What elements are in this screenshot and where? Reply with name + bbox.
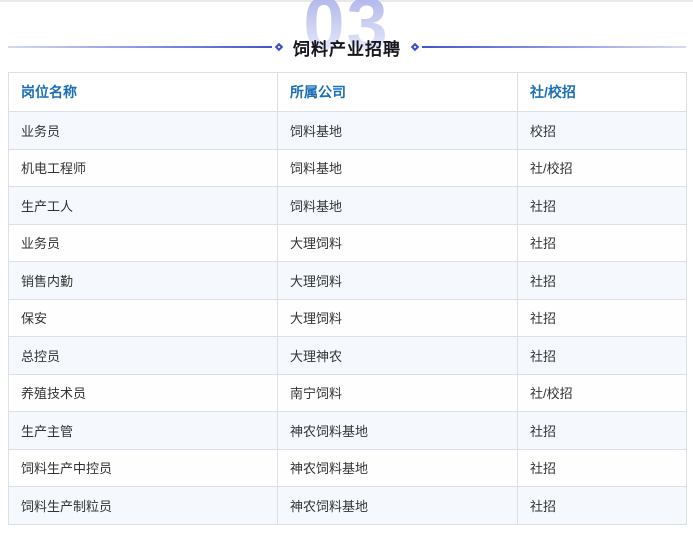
- table-cell: 饲料基地: [278, 112, 518, 150]
- table-cell: 南宁饲料: [278, 374, 518, 412]
- table-cell: 社/校招: [518, 374, 687, 412]
- table-cell: 社招: [518, 337, 687, 375]
- table-row: 保安大理饲料社招: [9, 299, 687, 337]
- table-cell: 社招: [518, 487, 687, 525]
- column-header-recruit-type: 社/校招: [518, 73, 687, 112]
- table-row: 生产工人饲料基地社招: [9, 187, 687, 225]
- diamond-icon: [275, 43, 283, 51]
- table-cell: 社招: [518, 449, 687, 487]
- section-title-row: 饲料产业招聘: [8, 37, 686, 57]
- table-cell: 总控员: [9, 337, 278, 375]
- table-row: 养殖技术员南宁饲料社/校招: [9, 374, 687, 412]
- section-title: 饲料产业招聘: [293, 35, 401, 60]
- diamond-icon: [411, 43, 419, 51]
- table-cell: 业务员: [9, 224, 278, 262]
- table-row: 饲料生产制粒员神农饲料基地社招: [9, 487, 687, 525]
- table-row: 销售内勤大理饲料社招: [9, 262, 687, 300]
- table-cell: 饲料生产中控员: [9, 449, 278, 487]
- table-cell: 生产工人: [9, 187, 278, 225]
- recruitment-table: 岗位名称 所属公司 社/校招 业务员饲料基地校招机电工程师饲料基地社/校招生产工…: [8, 72, 687, 525]
- table-cell: 神农饲料基地: [278, 449, 518, 487]
- table-cell: 养殖技术员: [9, 374, 278, 412]
- section-header: 03 饲料产业招聘: [0, 0, 693, 72]
- title-rule-left: [8, 46, 272, 48]
- table-cell: 饲料基地: [278, 149, 518, 187]
- title-rule-right: [422, 46, 686, 48]
- article-section: 03 饲料产业招聘 岗位名称 所属公司 社/校招 业务员饲料基地校招机电工程师饲…: [0, 0, 693, 536]
- table-row: 生产主管神农饲料基地社招: [9, 412, 687, 450]
- table-cell: 社招: [518, 187, 687, 225]
- table-cell: 社招: [518, 262, 687, 300]
- column-header-company: 所属公司: [278, 73, 518, 112]
- table-cell: 社招: [518, 412, 687, 450]
- table-cell: 社/校招: [518, 149, 687, 187]
- table-cell: 大理饲料: [278, 299, 518, 337]
- table-cell: 社招: [518, 224, 687, 262]
- table-row: 饲料生产中控员神农饲料基地社招: [9, 449, 687, 487]
- table-cell: 社招: [518, 299, 687, 337]
- table-cell: 销售内勤: [9, 262, 278, 300]
- table-cell: 大理神农: [278, 337, 518, 375]
- table-row: 机电工程师饲料基地社/校招: [9, 149, 687, 187]
- table-cell: 机电工程师: [9, 149, 278, 187]
- table-cell: 大理饲料: [278, 262, 518, 300]
- table-cell: 神农饲料基地: [278, 412, 518, 450]
- table-cell: 饲料生产制粒员: [9, 487, 278, 525]
- table-cell: 神农饲料基地: [278, 487, 518, 525]
- table-cell: 业务员: [9, 112, 278, 150]
- table-cell: 校招: [518, 112, 687, 150]
- table-row: 总控员大理神农社招: [9, 337, 687, 375]
- table-cell: 大理饲料: [278, 224, 518, 262]
- table-cell: 饲料基地: [278, 187, 518, 225]
- table-cell: 生产主管: [9, 412, 278, 450]
- table-row: 业务员饲料基地校招: [9, 112, 687, 150]
- table-header-row: 岗位名称 所属公司 社/校招: [9, 73, 687, 112]
- table-cell: 保安: [9, 299, 278, 337]
- column-header-position: 岗位名称: [9, 73, 278, 112]
- table-row: 业务员大理饲料社招: [9, 224, 687, 262]
